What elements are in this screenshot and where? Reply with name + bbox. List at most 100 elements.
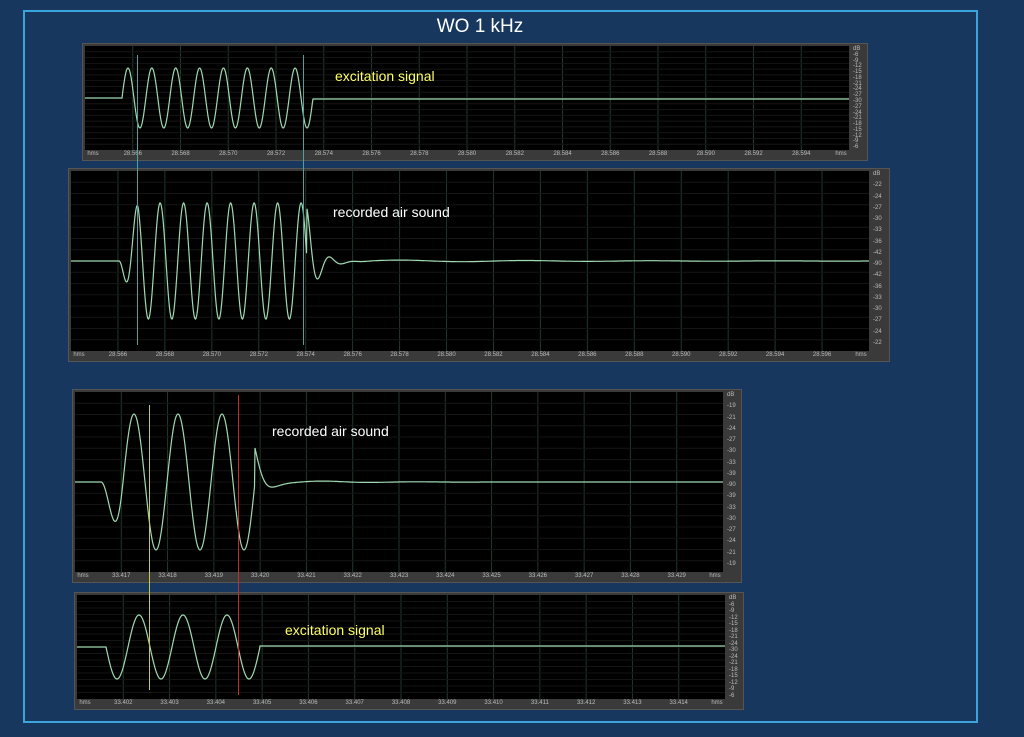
y-tick-label: -39 (727, 493, 736, 500)
y-tick-label: -30 (727, 448, 736, 455)
x-tick-label: hms (835, 151, 847, 157)
y-tick-label: -6 (729, 601, 735, 608)
y-tick-label: -39 (727, 470, 736, 477)
y-tick-label: -30 (873, 306, 882, 312)
waveform-panel-bottom-excitation: dB -6 -9 -12 -15 -18 -21 -24 -30 -24 -21 -18 -15 -12-… (74, 592, 744, 710)
x-axis-time: hms 33.417 33.418 33.419 33.420 33.421 33.422 3… (75, 572, 723, 582)
y-tick-label: -42 (873, 249, 882, 256)
x-tick-label: 33.411 (530, 700, 549, 706)
y-tick-label: -36 (873, 283, 882, 290)
waveform-panel-bottom-recorded: dB -19 -21 -24 -27 -30 -33 -39 -90 -39 -33 -30 -27 -2… (72, 389, 742, 583)
panel-label: excitation signal (335, 68, 435, 84)
x-tick-label: 33.421 (297, 573, 316, 579)
y-tick-label: -30 (873, 216, 882, 222)
cursor-line-red (238, 395, 239, 695)
x-tick-label: 33.428 (621, 573, 640, 579)
y-axis-db: dB -6 -9 -12 -15 -18 -21 -24 -27 -30 -27 -24 -21 -18-… (849, 46, 867, 150)
panel-label: recorded air sound (333, 204, 450, 220)
x-tick-label: 33.419 (204, 573, 224, 579)
x-tick-label: hms (77, 573, 89, 579)
y-tick-label: -19 (727, 403, 736, 410)
x-tick-label: 28.584 (531, 352, 550, 358)
panel-label: recorded air sound (272, 423, 389, 439)
x-tick-label: 28.568 (155, 352, 175, 358)
y-tick-label: -9 (729, 608, 735, 614)
y-tick-label: -22 (873, 339, 882, 346)
y-tick-label: -30 (727, 515, 736, 522)
x-tick-label: 28.570 (202, 352, 221, 358)
x-tick-label: 28.594 (792, 151, 811, 157)
x-tick-label: 28.586 (601, 151, 620, 157)
y-tick-label: -27 (727, 527, 736, 533)
cursor-line-end (303, 55, 304, 345)
y-tick-label: -90 (727, 482, 736, 488)
cursor-line-start (137, 55, 138, 345)
x-tick-label: 28.578 (410, 151, 429, 157)
x-tick-label: 33.402 (114, 700, 133, 706)
x-tick-label: 28.590 (696, 151, 715, 157)
y-tick-label: -22 (873, 182, 882, 189)
x-tick-label: 28.566 (108, 352, 128, 358)
y-tick-label: -42 (873, 272, 882, 279)
x-tick-label: hms (855, 352, 867, 358)
x-tick-label: 33.405 (252, 700, 272, 706)
x-tick-label: hms (73, 352, 85, 358)
x-tick-label: 28.594 (765, 352, 785, 358)
x-tick-label: 28.584 (553, 151, 572, 157)
x-tick-label: 33.426 (528, 573, 548, 579)
x-tick-label: 28.574 (296, 352, 315, 358)
y-tick-label: dB (873, 171, 881, 177)
x-tick-label: 28.592 (744, 151, 763, 157)
y-axis-db: dB -19 -21 -24 -27 -30 -33 -39 -90 -39 -33 -30 -27 -2… (723, 392, 741, 572)
x-tick-label: hms (709, 573, 721, 579)
x-tick-label: 28.582 (484, 352, 503, 358)
x-tick-label: 28.580 (437, 352, 456, 358)
y-tick-label: -12 (729, 679, 738, 686)
x-tick-label: 28.574 (314, 151, 333, 157)
y-tick-label: -18 (729, 627, 738, 634)
x-tick-label: 33.408 (391, 700, 411, 706)
y-tick-label: -33 (727, 459, 736, 466)
y-tick-label: dB (727, 392, 735, 398)
y-tick-label: -12 (729, 614, 738, 621)
x-tick-label: 33.414 (669, 700, 688, 706)
x-tick-label: 33.413 (623, 700, 642, 706)
x-tick-label: 33.412 (576, 700, 596, 706)
x-tick-label: 28.588 (625, 352, 644, 358)
waveform-plot[interactable] (75, 392, 723, 572)
x-tick-label: 28.588 (648, 151, 668, 157)
waveform-svg (75, 392, 723, 572)
x-tick-label: hms (711, 700, 723, 706)
y-tick-label: -15 (729, 621, 738, 627)
x-tick-label: 28.572 (266, 151, 286, 157)
waveform-plot[interactable] (77, 595, 725, 699)
y-tick-label: -21 (729, 660, 738, 666)
waveform-svg (71, 171, 869, 351)
y-tick-label: -27 (873, 317, 882, 324)
y-tick-label: -21 (727, 549, 736, 556)
x-tick-label: hms (79, 700, 91, 706)
x-tick-label: 33.420 (250, 573, 270, 579)
waveform-plot[interactable] (85, 46, 849, 150)
x-tick-label: 28.566 (123, 151, 142, 157)
x-tick-label: hms (87, 151, 99, 157)
y-tick-label: -6 (729, 692, 735, 699)
x-tick-label: 33.407 (345, 700, 364, 706)
waveform-svg (77, 595, 725, 699)
x-tick-label: 28.572 (249, 352, 268, 358)
y-tick-label: -33 (873, 294, 882, 301)
y-tick-label: -24 (873, 193, 882, 200)
y-tick-label: -36 (873, 238, 882, 245)
y-tick-label: -19 (727, 560, 736, 567)
x-tick-label: 28.590 (672, 352, 691, 358)
y-tick-label: -24 (729, 640, 738, 647)
y-tick-label: -27 (873, 204, 882, 211)
y-tick-label: -21 (727, 414, 736, 421)
x-axis-time: hms 28.566 28.568 28.570 28.572 28.574 28.576 2… (71, 351, 869, 361)
waveform-plot[interactable] (71, 171, 869, 351)
cursor-line-yellow (149, 405, 150, 690)
x-tick-label: 33.422 (343, 573, 362, 579)
waveform-panel-top-excitation: dB -6 -9 -12 -15 -18 -21 -24 -27 -30 -27 -24 -21 -18-… (82, 43, 868, 161)
x-tick-label: 28.586 (578, 352, 597, 358)
y-tick-label: dB (729, 595, 737, 601)
